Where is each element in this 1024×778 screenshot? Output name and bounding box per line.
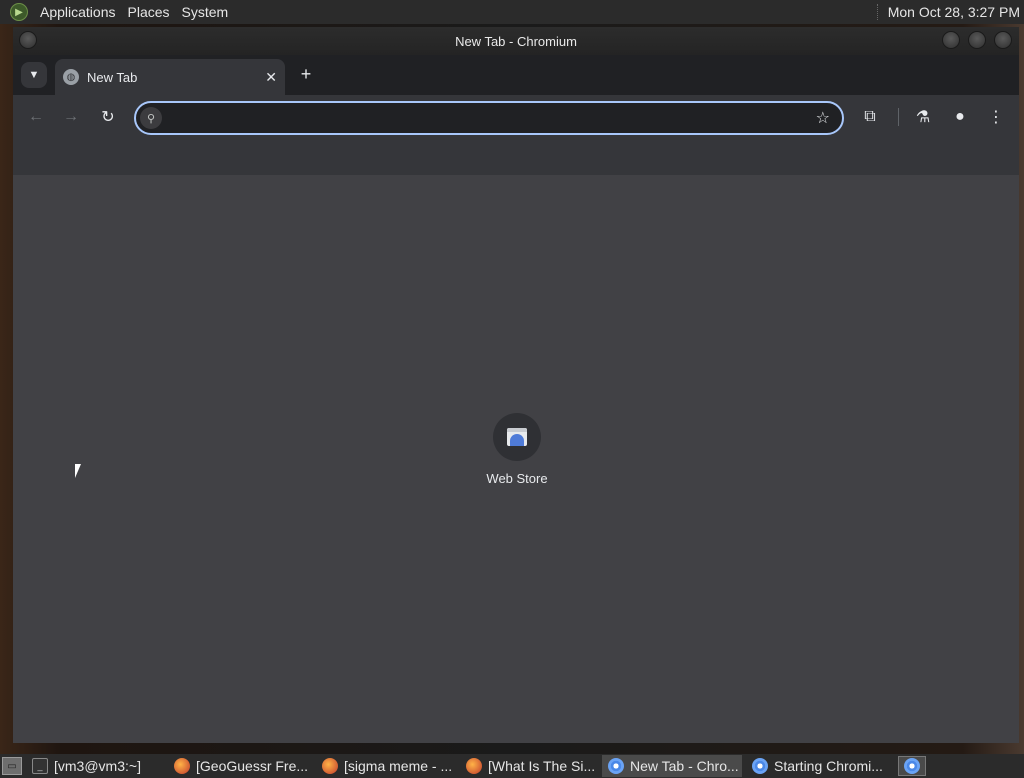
taskbar-item-label: [vm3@vm3:~] [54,758,141,774]
applications-menu[interactable]: Applications [34,4,122,20]
shortcut-tile[interactable] [493,413,541,461]
panel-clock[interactable]: Mon Oct 28, 3:27 PM [876,4,1020,20]
forward-button[interactable]: → [57,103,85,131]
tray-chromium-launcher[interactable] [898,756,926,776]
omnibox[interactable]: ⚲ ☆ [134,101,844,135]
taskbar-item-label: Starting Chromi... [774,758,883,774]
bookmarks-bar [13,139,1019,175]
show-desktop-icon[interactable]: ▭ [2,757,22,775]
taskbar-item-label: New Tab - Chro... [630,758,739,774]
taskbar-item-what-is[interactable]: [What Is The Si... [460,755,598,777]
tab-close-icon[interactable]: ✕ [265,69,277,86]
taskbar-item-geoguessr[interactable]: [GeoGuessr Fre... [168,755,312,777]
minimize-icon[interactable] [942,31,960,49]
shortcut-web-store[interactable]: Web Store [481,413,553,499]
labs-button[interactable]: ⚗ [909,103,937,131]
puzzle-icon: ⧉ [864,108,876,125]
chromium-icon [752,758,768,774]
taskbar-item-sigma-meme[interactable]: [sigma meme - ... [316,755,456,777]
maximize-icon[interactable] [968,31,986,49]
taskbar-item-terminal[interactable]: _ [vm3@vm3:~] [26,755,164,777]
extensions-button[interactable]: ⧉ [856,103,884,131]
globe-icon: ◍ [63,69,79,85]
back-button[interactable]: ← [22,103,50,131]
window-menu-icon[interactable] [19,31,37,49]
more-vert-icon: ⋮ [988,109,1004,126]
browser-menu-button[interactable]: ⋮ [982,103,1010,131]
reload-button[interactable]: ↻ [94,103,122,131]
taskbar-item-label: [sigma meme - ... [344,758,453,774]
new-tab-button[interactable]: + [295,63,317,85]
toolbar-divider [898,108,899,126]
tab-title: New Tab [87,69,138,85]
window-title: New Tab - Chromium [455,33,577,49]
chevron-down-icon: ▼ [28,69,40,81]
reload-icon: ↻ [101,109,115,126]
bookmark-star-icon[interactable]: ☆ [816,108,830,128]
tab-new-tab[interactable]: ◍ New Tab ✕ [55,59,285,95]
taskbar: ▭ _ [vm3@vm3:~] [GeoGuessr Fre... [sigma… [0,754,1024,778]
top-panel: ▶ Applications Places System Mon Oct 28,… [0,0,1024,24]
taskbar-item-label: [What Is The Si... [488,758,596,774]
profile-icon: ● [955,108,965,125]
flask-icon: ⚗ [915,109,931,126]
chromium-icon [904,758,920,774]
shortcut-label: Web Store [486,471,548,486]
system-menu[interactable]: System [176,4,235,20]
web-store-icon [507,428,527,446]
places-menu[interactable]: Places [122,4,176,20]
firefox-icon [322,758,338,774]
window-titlebar[interactable]: New Tab - Chromium [13,27,1019,55]
chromium-icon [608,758,624,774]
firefox-icon [174,758,190,774]
mouse-cursor-icon [75,464,81,478]
profile-button[interactable]: ● [946,103,974,131]
back-arrow-icon: ← [28,108,44,125]
taskbar-item-label: [GeoGuessr Fre... [196,758,309,774]
forward-arrow-icon: → [63,108,79,125]
terminal-icon: _ [32,758,48,774]
search-icon: ⚲ [140,107,162,129]
plus-icon: + [300,63,312,84]
omnibox-input[interactable] [170,110,816,126]
firefox-icon [466,758,482,774]
distro-logo-icon[interactable]: ▶ [10,3,28,21]
browser-window: New Tab - Chromium ▼ ◍ New Tab ✕ + ← → ↻… [13,27,1019,743]
tab-search-button[interactable]: ▼ [21,62,47,88]
taskbar-item-new-tab-chromium[interactable]: New Tab - Chro... [602,755,742,777]
taskbar-item-starting-chromium[interactable]: Starting Chromi... [746,755,886,777]
close-window-icon[interactable] [994,31,1012,49]
